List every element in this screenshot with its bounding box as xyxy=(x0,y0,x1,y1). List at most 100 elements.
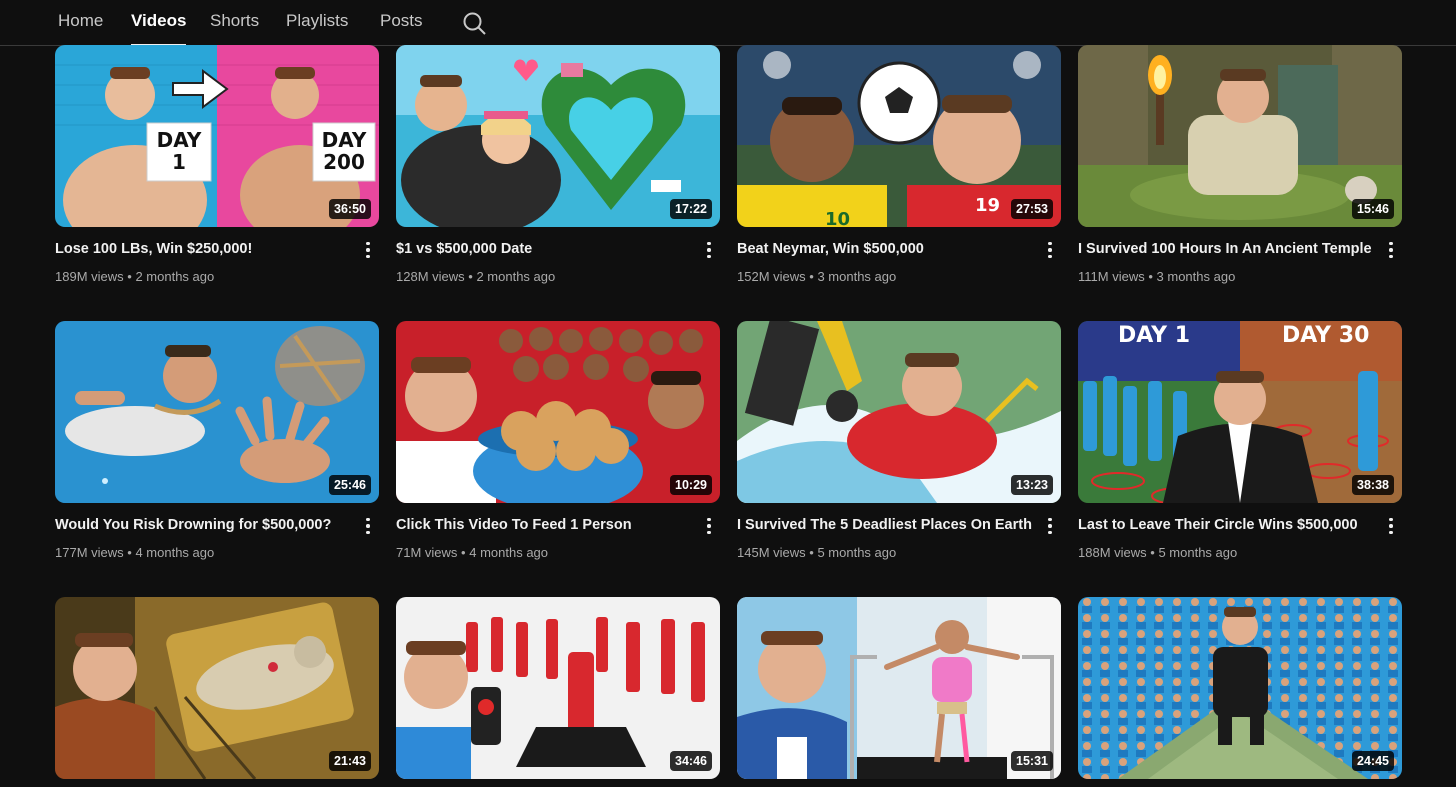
video-thumbnail[interactable]: DAY 1 DAY 200 36:50 xyxy=(55,45,379,227)
video-card[interactable]: 13:23 I Survived The 5 Deadliest Places … xyxy=(737,321,1061,560)
video-card[interactable]: DAY 1 DAY 30 38:38 Last to Leave Their C… xyxy=(1078,321,1402,560)
video-card[interactable]: 21:43 xyxy=(55,597,379,779)
thumbnail-label: DAY 1 xyxy=(156,128,202,174)
tab-posts[interactable]: Posts xyxy=(380,10,423,46)
video-age: 2 months ago xyxy=(476,269,556,284)
search-button[interactable] xyxy=(460,9,488,37)
video-duration: 24:45 xyxy=(1352,751,1394,771)
video-title[interactable]: Click This Video To Feed 1 Person xyxy=(396,516,696,534)
video-thumbnail[interactable]: 25:46 xyxy=(55,321,379,503)
video-duration: 36:50 xyxy=(329,199,371,219)
video-duration: 10:29 xyxy=(670,475,712,495)
video-thumbnail[interactable]: 21:43 xyxy=(55,597,379,779)
video-thumbnail[interactable]: 34:46 xyxy=(396,597,720,779)
kebab-icon xyxy=(707,517,711,522)
video-card[interactable]: 15:46 I Survived 100 Hours In An Ancient… xyxy=(1078,45,1402,284)
tab-playlists[interactable]: Playlists xyxy=(286,10,348,46)
video-meta: 188M views • 5 months ago xyxy=(1078,545,1378,561)
video-thumbnail[interactable]: 15:31 xyxy=(737,597,1061,779)
video-title[interactable]: Last to Leave Their Circle Wins $500,000 xyxy=(1078,516,1378,534)
video-age: 4 months ago xyxy=(135,545,215,560)
video-duration: 27:53 xyxy=(1011,199,1053,219)
video-card[interactable]: 10 19 27:53 Beat Neymar, Win $500,000 15… xyxy=(737,45,1061,284)
video-meta: 111M views • 3 months ago xyxy=(1078,269,1378,285)
video-card[interactable]: 15:31 xyxy=(737,597,1061,779)
meta-separator: • xyxy=(127,545,132,560)
tab-videos[interactable]: Videos xyxy=(131,10,187,46)
video-thumbnail[interactable]: 17:22 xyxy=(396,45,720,227)
video-views: 188M views xyxy=(1078,545,1147,560)
video-duration: 34:46 xyxy=(670,751,712,771)
meta-separator: • xyxy=(127,269,132,284)
tab-home[interactable]: Home xyxy=(58,10,103,46)
video-duration: 38:38 xyxy=(1352,475,1394,495)
channel-tabs-bar: Home Videos Shorts Playlists Posts xyxy=(0,0,1456,46)
video-meta: 128M views • 2 months ago xyxy=(396,269,696,285)
kebab-icon xyxy=(1389,517,1393,522)
video-age: 5 months ago xyxy=(817,545,897,560)
video-title[interactable]: I Survived 100 Hours In An Ancient Templ… xyxy=(1078,240,1378,258)
video-title[interactable]: Beat Neymar, Win $500,000 xyxy=(737,240,1037,258)
meta-separator: • xyxy=(461,545,466,560)
meta-separator: • xyxy=(809,269,814,284)
kebab-icon xyxy=(707,241,711,246)
video-card[interactable]: 34:46 xyxy=(396,597,720,779)
video-thumbnail[interactable]: 24:45 xyxy=(1078,597,1402,779)
video-views: 111M views xyxy=(1078,269,1145,284)
more-actions-button[interactable] xyxy=(1043,238,1057,262)
thumbnail-label: 10 xyxy=(825,209,851,227)
video-card[interactable]: DAY 1 DAY 200 36:50 Lose 100 LBs, Win $2… xyxy=(55,45,379,284)
video-thumbnail[interactable]: 10 19 27:53 xyxy=(737,45,1061,227)
video-views: 128M views xyxy=(396,269,465,284)
video-card[interactable]: 10:29 Click This Video To Feed 1 Person … xyxy=(396,321,720,560)
video-title[interactable]: Lose 100 LBs, Win $250,000! xyxy=(55,240,355,258)
video-meta: 189M views • 2 months ago xyxy=(55,269,355,285)
tab-shorts[interactable]: Shorts xyxy=(210,10,259,46)
video-meta: 177M views • 4 months ago xyxy=(55,545,355,561)
more-actions-button[interactable] xyxy=(1384,514,1398,538)
meta-separator: • xyxy=(1150,545,1155,560)
video-views: 152M views xyxy=(737,269,806,284)
video-card[interactable]: 17:22 $1 vs $500,000 Date 128M views • 2… xyxy=(396,45,720,284)
video-duration: 21:43 xyxy=(329,751,371,771)
video-title[interactable]: $1 vs $500,000 Date xyxy=(396,240,696,258)
kebab-icon xyxy=(366,517,370,522)
video-thumbnail[interactable]: 13:23 xyxy=(737,321,1061,503)
video-age: 4 months ago xyxy=(469,545,549,560)
video-duration: 15:46 xyxy=(1352,199,1394,219)
kebab-icon xyxy=(1048,241,1052,246)
video-meta: 145M views • 5 months ago xyxy=(737,545,1037,561)
more-actions-button[interactable] xyxy=(702,514,716,538)
more-actions-button[interactable] xyxy=(1384,238,1398,262)
video-title[interactable]: Would You Risk Drowning for $500,000? xyxy=(55,516,355,534)
video-meta: 71M views • 4 months ago xyxy=(396,545,696,561)
video-meta: 152M views • 3 months ago xyxy=(737,269,1037,285)
video-age: 5 months ago xyxy=(1158,545,1238,560)
video-age: 3 months ago xyxy=(1156,269,1236,284)
video-duration: 15:31 xyxy=(1011,751,1053,771)
video-views: 189M views xyxy=(55,269,124,284)
kebab-icon xyxy=(1389,241,1393,246)
more-actions-button[interactable] xyxy=(702,238,716,262)
meta-separator: • xyxy=(468,269,473,284)
video-duration: 13:23 xyxy=(1011,475,1053,495)
video-thumbnail[interactable]: 15:46 xyxy=(1078,45,1402,227)
thumbnail-label: DAY 30 xyxy=(1282,323,1370,348)
more-actions-button[interactable] xyxy=(361,514,375,538)
thumbnail-label: DAY 1 xyxy=(1118,323,1191,348)
more-actions-button[interactable] xyxy=(361,238,375,262)
video-title[interactable]: I Survived The 5 Deadliest Places On Ear… xyxy=(737,516,1037,534)
video-card[interactable]: 25:46 Would You Risk Drowning for $500,0… xyxy=(55,321,379,560)
video-thumbnail[interactable]: 10:29 xyxy=(396,321,720,503)
video-card[interactable]: 24:45 xyxy=(1078,597,1402,779)
video-age: 2 months ago xyxy=(135,269,215,284)
more-actions-button[interactable] xyxy=(1043,514,1057,538)
video-thumbnail[interactable]: DAY 1 DAY 30 38:38 xyxy=(1078,321,1402,503)
video-duration: 25:46 xyxy=(329,475,371,495)
kebab-icon xyxy=(366,241,370,246)
video-views: 177M views xyxy=(55,545,124,560)
thumbnail-label: 19 xyxy=(975,195,1001,216)
meta-separator: • xyxy=(1148,269,1153,284)
video-views: 71M views xyxy=(396,545,458,560)
video-views: 145M views xyxy=(737,545,806,560)
